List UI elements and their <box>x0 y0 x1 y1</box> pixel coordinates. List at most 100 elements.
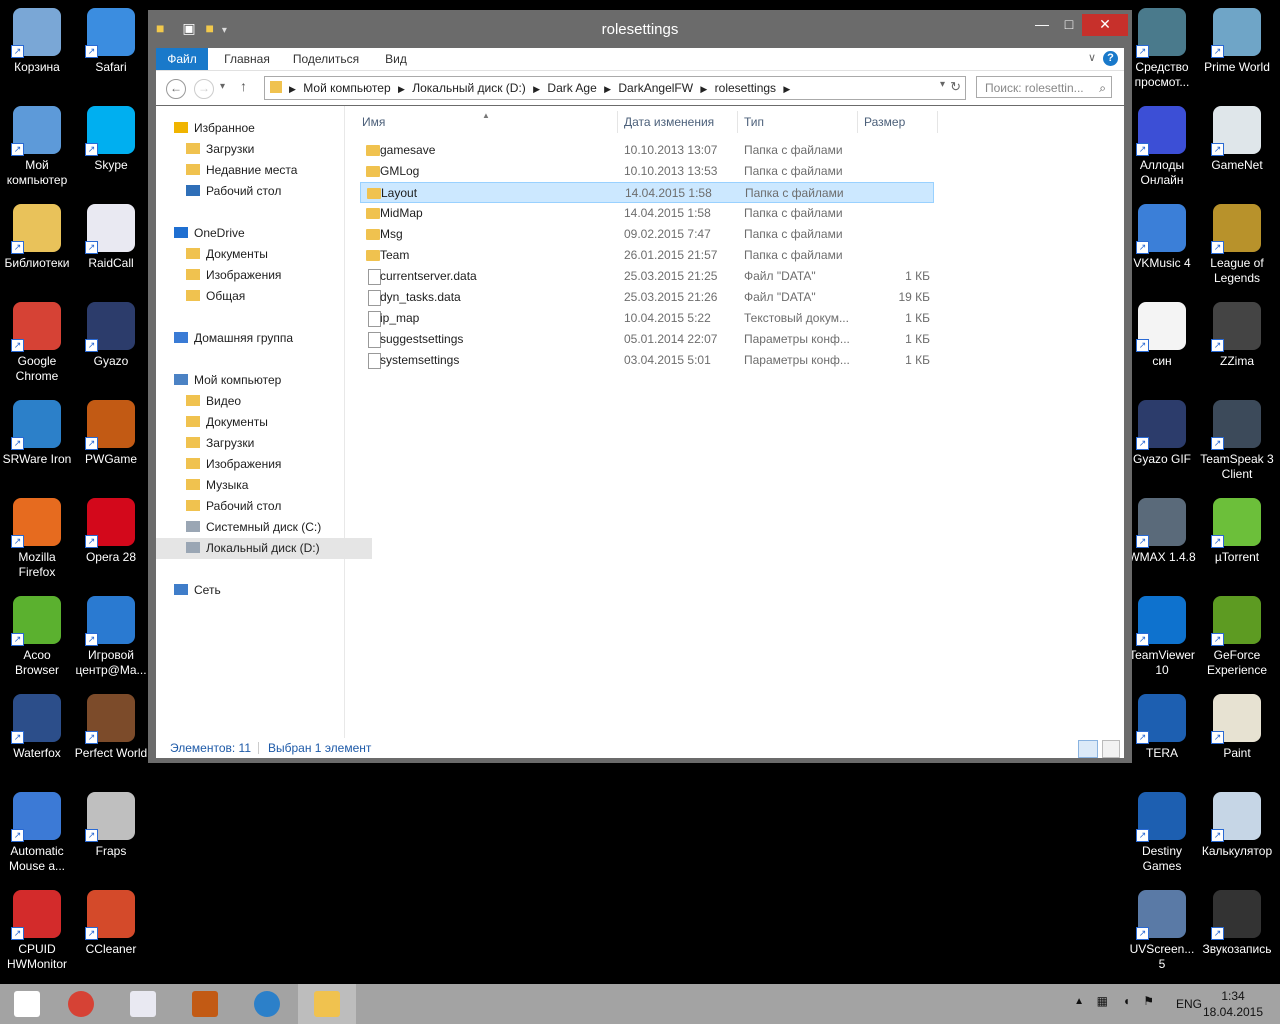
clock-date[interactable]: 18.04.2015 <box>1198 1005 1268 1019</box>
nav-item[interactable]: Видео <box>156 391 241 412</box>
tab-view[interactable]: Вид <box>376 48 416 70</box>
desktop-shortcut[interactable]: ↗ µTorrent <box>1200 498 1274 565</box>
breadcrumb-item[interactable]: Локальный диск (D:) <box>412 81 526 95</box>
desktop-shortcut[interactable]: ↗ Opera 28 <box>74 498 148 565</box>
action-center-icon[interactable]: ⚑ <box>1143 994 1154 1008</box>
desktop-shortcut[interactable]: ↗ ZZima <box>1200 302 1274 369</box>
taskbar-button[interactable] <box>176 984 234 1024</box>
desktop-shortcut[interactable]: ↗ Gyazo GIF <box>1125 400 1199 467</box>
tab-home[interactable]: Главная <box>216 48 278 70</box>
desktop-shortcut[interactable]: ↗ Аллоды Онлайн <box>1125 106 1199 188</box>
desktop-shortcut[interactable]: ↗ Мой компьютер <box>0 106 74 188</box>
refresh-icon[interactable]: ↻ <box>950 79 961 95</box>
desktop-shortcut[interactable]: ↗ Игровой центр@Ma... <box>74 596 148 678</box>
nav-item[interactable]: Избранное <box>156 118 255 139</box>
address-bar[interactable]: ▶ Мой компьютер ▶ Локальный диск (D:) ▶ … <box>264 76 966 100</box>
nav-item[interactable]: Общая <box>156 286 245 307</box>
file-row[interactable]: dyn_tasks.data 25.03.2015 21:26 Файл "DATA… <box>360 287 934 308</box>
help-icon[interactable]: ? <box>1103 51 1118 66</box>
taskbar-button[interactable] <box>52 984 110 1024</box>
breadcrumb-item[interactable]: Dark Age <box>547 81 596 95</box>
desktop-shortcut[interactable]: ↗ Waterfox <box>0 694 74 761</box>
desktop-shortcut[interactable]: ↗ Звукозапись <box>1200 890 1274 957</box>
desktop-shortcut[interactable]: ↗ Paint <box>1200 694 1274 761</box>
nav-item[interactable]: Мой компьютер <box>156 370 281 391</box>
nav-item[interactable]: Документы <box>156 412 268 433</box>
desktop-shortcut[interactable]: ↗ League of Legends <box>1200 204 1274 286</box>
clock-time[interactable]: 1:34 <box>1208 989 1258 1003</box>
file-row[interactable]: Team 26.01.2015 21:57 Папка с файлами <box>360 245 934 266</box>
breadcrumb-item[interactable]: DarkAngelFW <box>618 81 693 95</box>
desktop-shortcut[interactable]: ↗ Destiny Games <box>1125 792 1199 874</box>
desktop-shortcut[interactable]: ↗ Google Chrome <box>0 302 74 384</box>
desktop-shortcut[interactable]: ↗ Acoo Browser <box>0 596 74 678</box>
volume-icon[interactable]: ◖ <box>1123 994 1130 1008</box>
desktop-shortcut[interactable]: ↗ TERA <box>1125 694 1199 761</box>
tab-share[interactable]: Поделиться <box>286 48 366 70</box>
nav-item[interactable]: Локальный диск (D:) <box>156 538 372 559</box>
desktop-shortcut[interactable]: ↗ Корзина <box>0 8 74 75</box>
network-tray-icon[interactable]: ▦ <box>1097 994 1108 1008</box>
file-row[interactable]: systemsettings 03.04.2015 5:01 Параметры к… <box>360 350 934 371</box>
desktop-shortcut[interactable]: ↗ WMAX 1.4.8 <box>1125 498 1199 565</box>
desktop-shortcut[interactable]: ↗ CCleaner <box>74 890 148 957</box>
desktop-shortcut[interactable]: ↗ Fraps <box>74 792 148 859</box>
nav-item[interactable]: Загрузки <box>156 433 254 454</box>
file-row[interactable]: ip_map 10.04.2015 5:22 Текстовый докум... 1… <box>360 308 934 329</box>
column-header-date[interactable]: Дата изменения <box>618 111 738 133</box>
minimize-button[interactable]: — <box>1028 14 1056 36</box>
up-icon[interactable]: ↑ <box>240 78 247 94</box>
desktop-shortcut[interactable]: ↗ Средство просмот... <box>1125 8 1199 90</box>
title-bar[interactable]: ■ ▣ ■ ▾ rolesettings — □ ✕ <box>148 10 1132 48</box>
file-row[interactable]: suggestsettings 05.01.2014 22:07 Параметры… <box>360 329 934 350</box>
tab-file[interactable]: Файл <box>156 48 208 70</box>
nav-item[interactable]: Сеть <box>156 580 221 601</box>
nav-item[interactable]: Изображения <box>156 454 281 475</box>
file-row[interactable]: gamesave 10.10.2013 13:07 Папка с файлами <box>360 140 934 161</box>
address-dropdown-icon[interactable]: ▾ <box>940 79 945 90</box>
taskbar-button[interactable] <box>0 984 48 1024</box>
desktop-shortcut[interactable]: ↗ Prime World <box>1200 8 1274 75</box>
nav-item[interactable]: OneDrive <box>156 223 245 244</box>
file-row[interactable]: Layout 14.04.2015 1:58 Папка с файлами <box>360 182 934 203</box>
nav-item[interactable]: Рабочий стол <box>156 496 281 517</box>
ribbon-expand-icon[interactable]: ∨ <box>1088 51 1096 64</box>
breadcrumb-item[interactable]: Мой компьютер <box>303 81 390 95</box>
nav-item[interactable]: Системный диск (C:) <box>156 517 321 538</box>
column-header-size[interactable]: Размер <box>858 111 938 133</box>
desktop-shortcut[interactable]: ↗ TeamSpeak 3 Client <box>1200 400 1274 482</box>
nav-item[interactable]: Рабочий стол <box>156 181 281 202</box>
breadcrumb-item[interactable]: rolesettings <box>715 81 776 95</box>
desktop-shortcut[interactable]: ↗ VKMusic 4 <box>1125 204 1199 271</box>
file-row[interactable]: currentserver.data 25.03.2015 21:25 Файл "… <box>360 266 934 287</box>
desktop-shortcut[interactable]: ↗ Библиотеки <box>0 204 74 271</box>
nav-item[interactable]: Загрузки <box>156 139 254 160</box>
recent-locations-icon[interactable]: ▾ <box>220 81 225 92</box>
desktop-shortcut[interactable]: ↗ PWGame <box>74 400 148 467</box>
file-row[interactable]: MidMap 14.04.2015 1:58 Папка с файлами <box>360 203 934 224</box>
desktop-shortcut[interactable]: ↗ SRWare Iron <box>0 400 74 467</box>
navigation-pane[interactable]: Избранное Загрузки Недавние места Рабочий с… <box>156 106 372 738</box>
desktop-shortcut[interactable]: ↗ CPUID HWMonitor <box>0 890 74 972</box>
details-view-icon[interactable] <box>1078 740 1098 758</box>
desktop-shortcut[interactable]: ↗ GeForce Experience <box>1200 596 1274 678</box>
desktop-shortcut[interactable]: ↗ Калькулятор <box>1200 792 1274 859</box>
desktop-shortcut[interactable]: ↗ UVScreen... 5 <box>1125 890 1199 972</box>
large-icons-view-icon[interactable] <box>1102 740 1120 758</box>
desktop-shortcut[interactable]: ↗ Mozilla Firefox <box>0 498 74 580</box>
maximize-button[interactable]: □ <box>1056 14 1082 36</box>
column-header-name[interactable]: Имя ▲ <box>356 111 618 133</box>
taskbar-button[interactable] <box>238 984 296 1024</box>
desktop-shortcut[interactable]: ↗ Perfect World <box>74 694 148 761</box>
taskbar-button[interactable] <box>298 984 356 1024</box>
nav-item[interactable]: Домашняя группа <box>156 328 293 349</box>
nav-item[interactable]: Недавние места <box>156 160 297 181</box>
close-button[interactable]: ✕ <box>1082 14 1128 36</box>
taskbar-button[interactable] <box>114 984 172 1024</box>
desktop-shortcut[interactable]: ↗ Skype <box>74 106 148 173</box>
nav-item[interactable]: Документы <box>156 244 268 265</box>
nav-item[interactable]: Музыка <box>156 475 248 496</box>
file-row[interactable]: Msg 09.02.2015 7:47 Папка с файлами <box>360 224 934 245</box>
nav-item[interactable]: Изображения <box>156 265 281 286</box>
desktop-shortcut[interactable]: ↗ син <box>1125 302 1199 369</box>
